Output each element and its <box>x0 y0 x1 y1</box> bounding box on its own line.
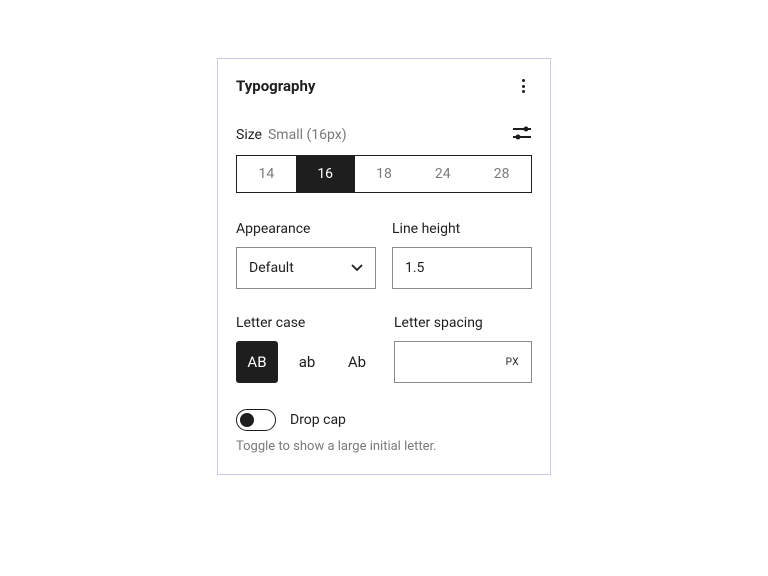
size-option-24[interactable]: 24 <box>413 156 472 192</box>
letter-case-field: Letter case AB ab Ab <box>236 315 378 383</box>
letter-case-group: AB ab Ab <box>236 341 378 383</box>
size-hint: Small (16px) <box>268 127 347 143</box>
size-option-16[interactable]: 16 <box>296 156 355 192</box>
size-option-28[interactable]: 28 <box>472 156 531 192</box>
panel-title: Typography <box>236 77 315 95</box>
appearance-label: Appearance <box>236 221 376 237</box>
drop-cap-help: Toggle to show a large initial letter. <box>236 439 532 454</box>
letter-spacing-input[interactable]: PX <box>394 341 532 383</box>
typography-panel: Typography Size Small (16px) 14 16 18 24… <box>217 58 551 475</box>
size-option-14[interactable]: 14 <box>237 156 296 192</box>
drop-cap-row: Drop cap <box>236 409 532 431</box>
letter-row: Letter case AB ab Ab Letter spacing PX <box>236 315 532 383</box>
line-height-value: 1.5 <box>405 260 424 276</box>
appearance-select[interactable]: Default <box>236 247 376 289</box>
drop-cap-toggle[interactable] <box>236 409 276 431</box>
drop-cap-label: Drop cap <box>290 412 346 428</box>
case-lowercase-button[interactable]: ab <box>286 341 328 383</box>
letter-case-label: Letter case <box>236 315 378 331</box>
letter-spacing-label: Letter spacing <box>394 315 532 331</box>
toggle-knob <box>240 413 254 427</box>
size-segmented-control: 14 16 18 24 28 <box>236 155 532 193</box>
chevron-down-icon <box>351 260 363 276</box>
size-option-18[interactable]: 18 <box>355 156 414 192</box>
size-header-row: Size Small (16px) <box>236 125 532 145</box>
more-options-icon[interactable] <box>514 77 532 95</box>
letter-spacing-field: Letter spacing PX <box>394 315 532 383</box>
case-capitalize-button[interactable]: Ab <box>336 341 378 383</box>
panel-header: Typography <box>236 77 532 95</box>
size-label-group: Size Small (16px) <box>236 127 347 143</box>
line-height-label: Line height <box>392 221 532 237</box>
line-height-field: Line height 1.5 <box>392 221 532 289</box>
sliders-icon[interactable] <box>512 125 532 145</box>
size-label: Size <box>236 127 262 143</box>
letter-spacing-unit: PX <box>506 357 519 368</box>
appearance-field: Appearance Default <box>236 221 376 289</box>
line-height-input[interactable]: 1.5 <box>392 247 532 289</box>
case-uppercase-button[interactable]: AB <box>236 341 278 383</box>
appearance-value: Default <box>249 260 294 276</box>
appearance-row: Appearance Default Line height 1.5 <box>236 221 532 289</box>
